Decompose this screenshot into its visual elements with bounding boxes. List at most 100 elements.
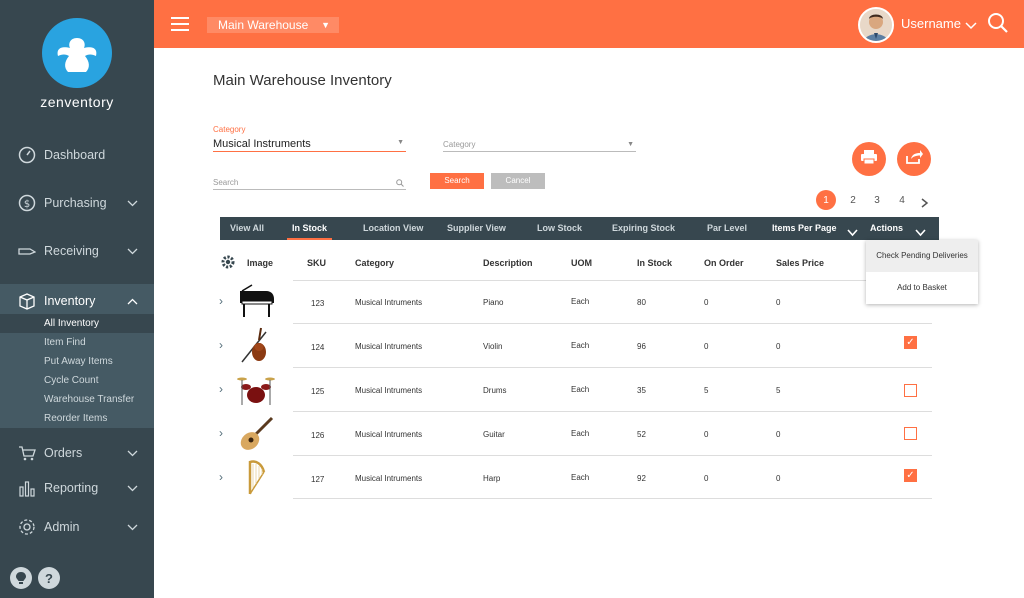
sidebar-item-purchasing[interactable]: $ Purchasing [0, 186, 154, 220]
row-divider [293, 323, 932, 324]
view-tabs: View All In Stock Location View Supplier… [220, 217, 939, 240]
cancel-button[interactable]: Cancel [491, 173, 545, 189]
print-button[interactable] [852, 142, 886, 176]
page-4[interactable]: 4 [892, 190, 912, 210]
search-input[interactable]: Search [213, 178, 406, 190]
row-divider [293, 455, 932, 456]
row-divider [293, 280, 932, 281]
chevron-down-icon[interactable] [965, 17, 977, 35]
warehouse-select[interactable]: Main Warehouse ▼ [207, 17, 339, 33]
chevron-right-icon[interactable]: › [219, 382, 223, 396]
sidebar-item-orders[interactable]: Orders [0, 436, 154, 470]
inventory-icon [18, 292, 36, 310]
harp-image [236, 458, 276, 496]
submenu-item-warehouse-transfer[interactable]: Warehouse Transfer [0, 390, 154, 409]
menu-item-check-pending-deliveries[interactable]: Check Pending Deliveries [866, 240, 978, 272]
username[interactable]: Username [901, 16, 961, 31]
cell-sales-price: 0 [776, 298, 781, 307]
row-checkbox[interactable]: ✓ [904, 469, 917, 482]
cell-description: Harp [483, 474, 501, 483]
cell-uom: Each [571, 297, 590, 306]
row-checkbox[interactable] [904, 427, 917, 440]
sidebar-item-inventory[interactable]: Inventory [0, 284, 154, 318]
cell-sku: 124 [311, 343, 325, 352]
submenu-item-all-inventory[interactable]: All Inventory [0, 314, 154, 333]
tab-supplier-view[interactable]: Supplier View [447, 217, 506, 240]
chevron-down-icon[interactable] [847, 224, 858, 242]
category-select-2[interactable]: Category ▼ [443, 140, 636, 152]
tab-par-level[interactable]: Par Level [707, 217, 747, 240]
chevron-right-icon[interactable]: › [219, 426, 223, 440]
cell-category: Musical Intruments [355, 342, 423, 351]
search-button[interactable]: Search [430, 173, 484, 189]
cell-on-order: 0 [704, 474, 709, 483]
sidebar-item-dashboard[interactable]: Dashboard [0, 138, 154, 172]
cell-uom: Each [571, 341, 590, 350]
lightbulb-icon[interactable] [10, 567, 32, 589]
category-select[interactable]: Musical Instruments ▼ [213, 138, 406, 152]
cell-in-stock: 52 [637, 430, 646, 439]
sidebar: zenventory Dashboard $ Purchasing Receiv… [0, 0, 154, 598]
share-button[interactable] [897, 142, 931, 176]
cell-uom: Each [571, 385, 590, 394]
chevron-right-icon[interactable]: › [219, 338, 223, 352]
sidebar-item-label: Dashboard [44, 148, 106, 162]
tab-location-view[interactable]: Location View [363, 217, 423, 240]
page-2[interactable]: 2 [843, 190, 863, 210]
column-header-uom: UOM [571, 258, 592, 268]
sidebar-item-reporting[interactable]: Reporting [0, 471, 154, 505]
items-per-page-menu[interactable]: Items Per Page [772, 217, 837, 240]
caret-down-icon: ▼ [397, 139, 404, 146]
tab-low-stock[interactable]: Low Stock [537, 217, 582, 240]
menu-icon[interactable] [171, 17, 189, 31]
column-header-description: Description [483, 258, 533, 268]
column-header-sku: SKU [307, 258, 327, 268]
chevron-down-icon [127, 244, 138, 258]
sidebar-item-receiving[interactable]: Receiving [0, 234, 154, 268]
cell-in-stock: 80 [637, 298, 646, 307]
chevron-up-icon [127, 294, 138, 308]
chevron-right-icon[interactable]: › [219, 470, 223, 484]
submenu-item-cycle-count[interactable]: Cycle Count [0, 371, 154, 390]
cell-category: Musical Intruments [355, 430, 423, 439]
gear-icon[interactable] [221, 255, 235, 274]
sidebar-item-admin[interactable]: Admin [0, 510, 154, 544]
violin-image [236, 326, 276, 364]
chevron-down-icon [127, 481, 138, 495]
chevron-down-icon [127, 446, 138, 460]
gear-icon [18, 518, 36, 536]
submenu-item-reorder[interactable]: Reorder Items [0, 409, 154, 428]
menu-item-add-to-basket[interactable]: Add to Basket [866, 272, 978, 304]
chevron-right-icon[interactable]: › [219, 294, 223, 308]
row-divider [293, 411, 932, 412]
search-icon[interactable] [987, 12, 1009, 39]
row-checkbox[interactable]: ✓ [904, 336, 917, 349]
page-1[interactable]: 1 [816, 190, 836, 210]
receiving-icon [18, 242, 36, 260]
actions-menu[interactable]: Actions [870, 217, 903, 240]
caret-down-icon: ▼ [321, 20, 330, 30]
chevron-right-icon[interactable] [921, 195, 929, 213]
actions-dropdown: Check Pending Deliveries Add to Basket [866, 240, 978, 304]
cell-category: Musical Intruments [355, 474, 423, 483]
sidebar-item-label: Receiving [44, 244, 99, 258]
search-icon [396, 179, 404, 189]
page-3[interactable]: 3 [867, 190, 887, 210]
tab-expiring-stock[interactable]: Expiring Stock [612, 217, 675, 240]
tab-in-stock[interactable]: In Stock [287, 217, 333, 240]
avatar[interactable] [858, 7, 894, 43]
help-icon[interactable]: ? [38, 567, 60, 589]
submenu-item-item-find[interactable]: Item Find [0, 333, 154, 352]
cell-uom: Each [571, 473, 590, 482]
printer-icon [860, 149, 878, 170]
column-header-in-stock: In Stock [637, 258, 673, 268]
submenu-item-put-away[interactable]: Put Away Items [0, 352, 154, 371]
sidebar-item-label: Reporting [44, 481, 99, 495]
cell-description: Guitar [483, 430, 505, 439]
cell-sales-price: 0 [776, 342, 781, 351]
page-title: Main Warehouse Inventory [213, 72, 392, 89]
row-checkbox[interactable] [904, 384, 917, 397]
piano-image [236, 283, 276, 321]
tab-view-all[interactable]: View All [230, 217, 264, 240]
category-select-value: Musical Instruments [213, 138, 311, 150]
